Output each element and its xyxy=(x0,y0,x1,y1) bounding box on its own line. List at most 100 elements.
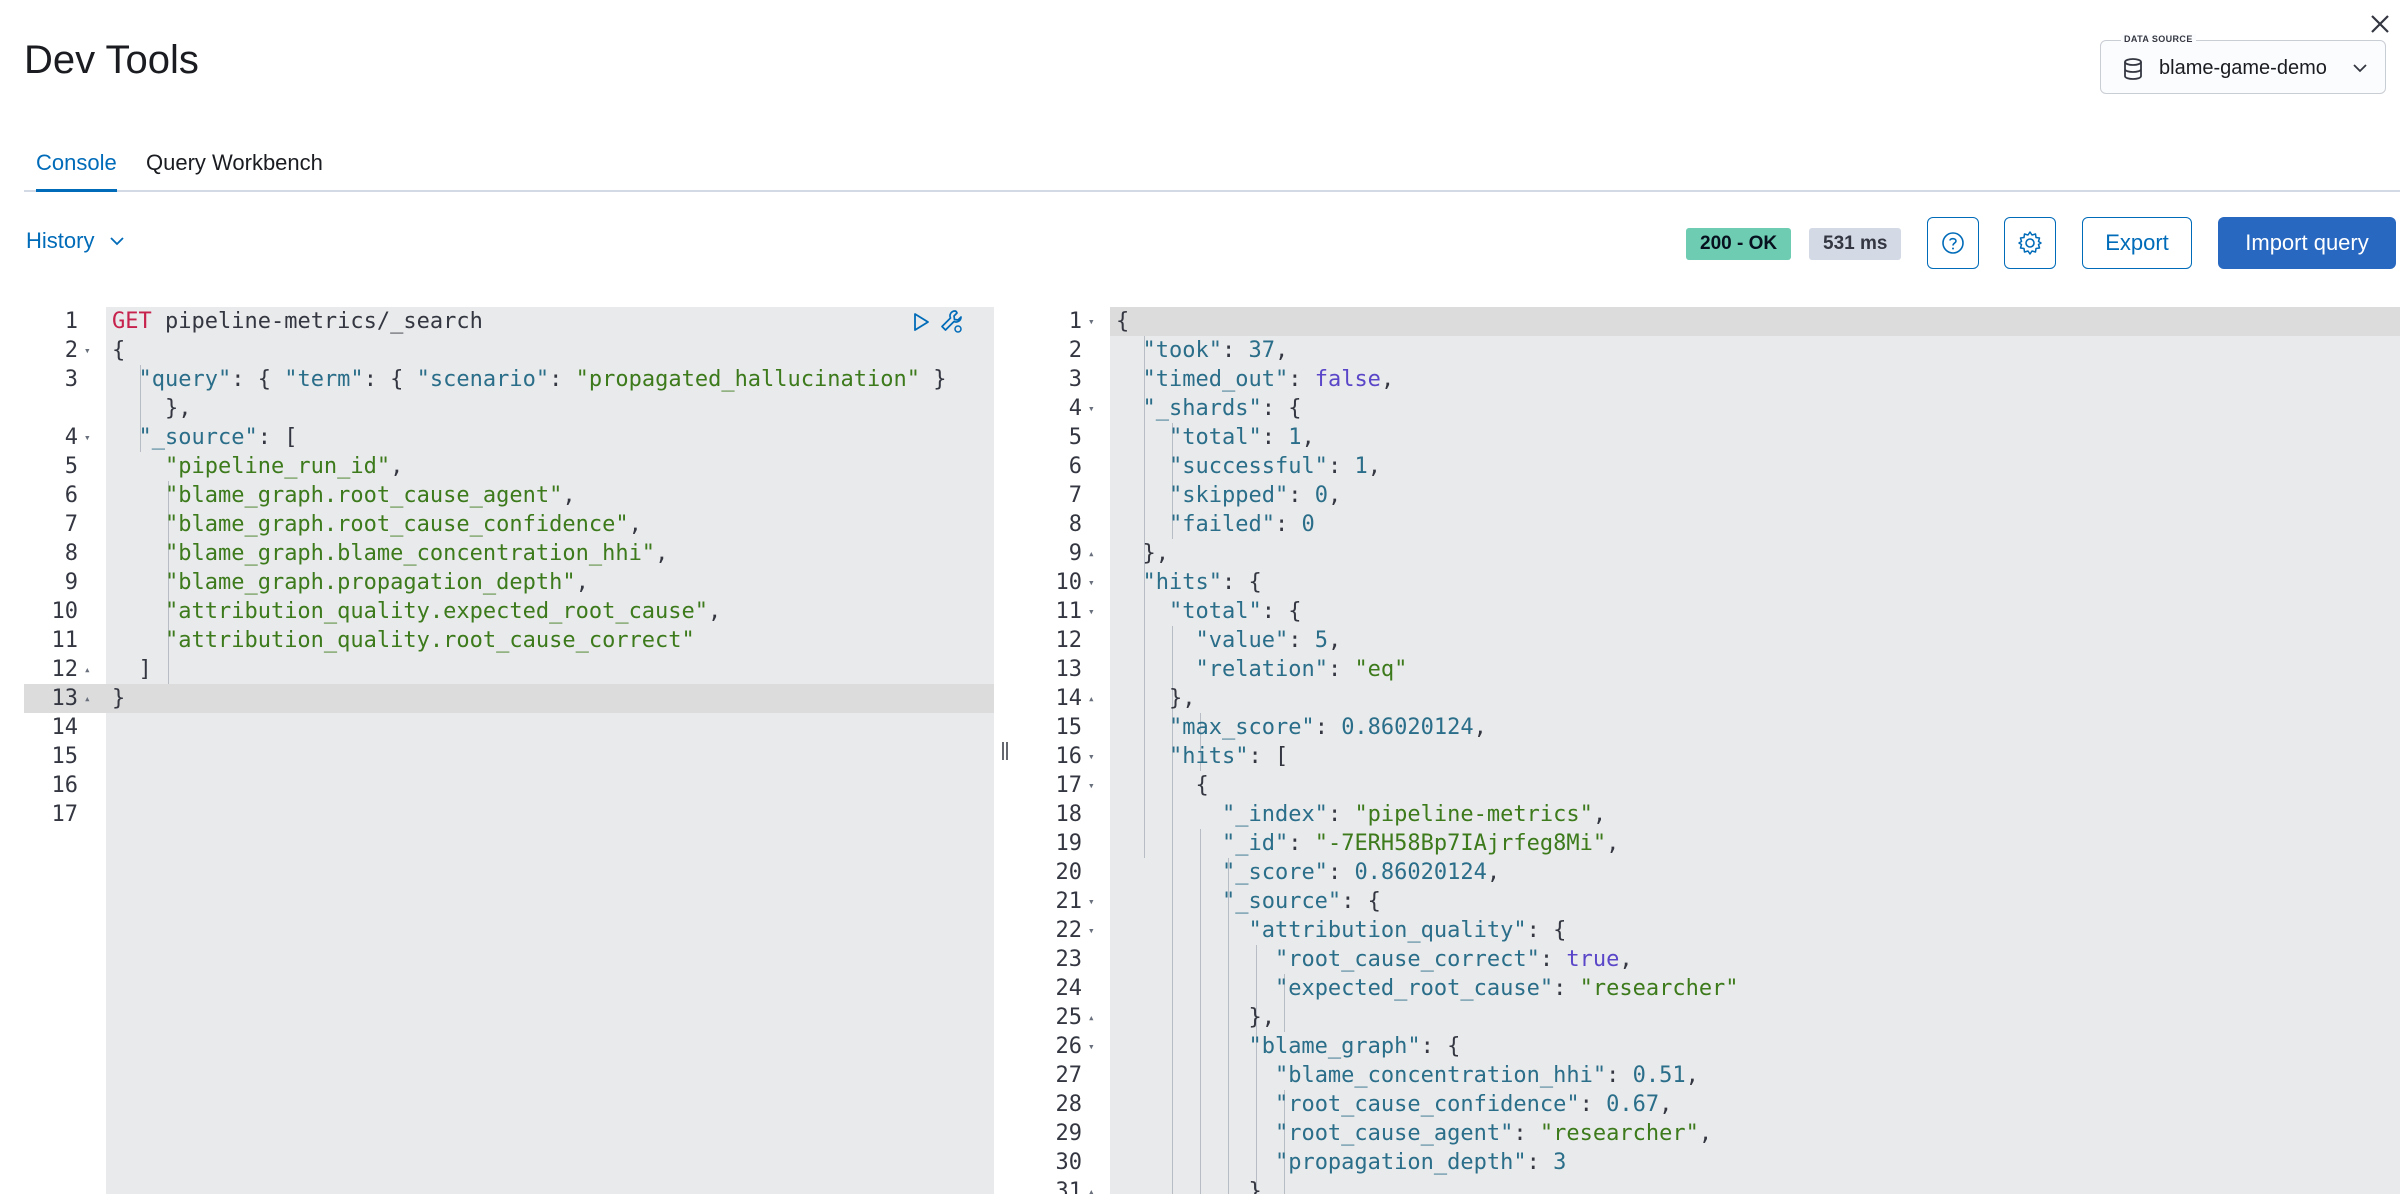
fold-end-icon[interactable]: ▴ xyxy=(1088,539,1095,568)
duration-badge: 531 ms xyxy=(1809,228,1902,260)
response-code-line: "took": 37, xyxy=(1142,338,1289,363)
response-code-line: "attribution_quality": { xyxy=(1248,918,1567,943)
request-line-number: 4 xyxy=(64,425,78,450)
fold-toggle-icon[interactable]: ▾ xyxy=(1088,394,1095,423)
response-code-line: }, xyxy=(1116,1005,1275,1030)
play-icon[interactable] xyxy=(909,310,933,334)
request-line-number: 11 xyxy=(51,628,79,653)
response-code-line: { xyxy=(1116,773,1209,798)
fold-end-icon[interactable]: ▴ xyxy=(1088,1003,1095,1032)
fold-end-icon[interactable]: ▴ xyxy=(84,684,91,713)
response-code-line: "max_score": 0.86020124, xyxy=(1168,715,1487,740)
pane-resize-handle[interactable] xyxy=(994,307,1016,1194)
fold-end-icon[interactable]: ▴ xyxy=(1088,684,1095,713)
response-code-line: "_shards": { xyxy=(1142,396,1302,421)
response-line-number: 16 xyxy=(1055,744,1083,769)
data-source-value: blame-game-demo xyxy=(2159,57,2327,79)
request-code-line: "attribution_quality.expected_root_cause… xyxy=(164,599,722,624)
import-query-button[interactable]: Import query xyxy=(2218,217,2396,269)
request-code-line: GET pipeline-metrics/_search xyxy=(112,309,483,334)
history-label: History xyxy=(26,228,95,253)
fold-end-icon[interactable]: ▴ xyxy=(84,655,91,684)
response-line-number: 1 xyxy=(1068,309,1082,334)
response-line-number: 3 xyxy=(1068,367,1082,392)
response-line-number: 17 xyxy=(1055,773,1083,798)
response-code-line: "root_cause_agent": "researcher", xyxy=(1274,1121,1713,1146)
help-icon xyxy=(1942,232,1964,254)
response-code-line: "_id": "-7ERH58Bp7IAjrfeg8Mi", xyxy=(1221,831,1620,856)
fold-toggle-icon[interactable]: ▾ xyxy=(1088,916,1095,945)
response-code-line: "_source": { xyxy=(1221,889,1381,914)
response-line-number: 10 xyxy=(1055,570,1083,595)
response-editor[interactable]: 1 ▾{2 "took": 37, 3 "timed_out": false, 4 ▾ … xyxy=(1016,307,2400,1194)
chevron-down-icon xyxy=(2353,64,2367,73)
fold-toggle-icon[interactable]: ▾ xyxy=(1088,887,1095,916)
response-line-number: 26 xyxy=(1055,1034,1083,1059)
fold-toggle-icon[interactable]: ▾ xyxy=(1088,568,1095,597)
request-code-line: }, xyxy=(112,396,192,421)
fold-toggle-icon[interactable]: ▾ xyxy=(1088,307,1095,336)
request-line-number: 14 xyxy=(51,715,79,740)
data-source-label: DATA SOURCE xyxy=(2121,34,2196,44)
fold-toggle-icon[interactable]: ▾ xyxy=(1088,597,1095,626)
request-line-number xyxy=(24,394,78,423)
fold-toggle-icon[interactable]: ▾ xyxy=(84,423,91,452)
settings-button[interactable] xyxy=(2004,217,2056,269)
fold-end-icon[interactable]: ▴ xyxy=(1088,1177,1095,1194)
response-code-line: "relation": "eq" xyxy=(1195,657,1408,682)
tab-bar: Console Query Workbench xyxy=(24,140,2400,192)
request-code-line: { xyxy=(112,338,126,363)
response-line-number: 13 xyxy=(1055,657,1083,682)
request-line-number: 12 xyxy=(51,657,79,682)
fold-toggle-icon[interactable]: ▾ xyxy=(1088,1032,1095,1061)
response-line-number: 21 xyxy=(1055,889,1083,914)
response-code-line: "root_cause_correct": true, xyxy=(1274,947,1633,972)
tab-console[interactable]: Console xyxy=(36,150,117,192)
request-line-number: 9 xyxy=(64,570,78,595)
status-badge: 200 - OK xyxy=(1686,228,1792,260)
request-code-line: "blame_graph.root_cause_confidence", xyxy=(164,512,642,537)
response-line-number: 2 xyxy=(1068,338,1082,363)
response-line-number: 25 xyxy=(1055,1005,1083,1030)
gear-icon xyxy=(2018,231,2042,255)
response-line-number: 4 xyxy=(1068,396,1082,421)
response-line-number: 30 xyxy=(1055,1150,1083,1175)
request-editor[interactable]: 1 GET pipeline-metrics/_search 2 ▾{3 "query… xyxy=(24,307,994,1194)
response-code-line: "hits": [ xyxy=(1168,744,1289,769)
export-button[interactable]: Export xyxy=(2082,217,2192,269)
response-code-line: "blame_concentration_hhi": 0.51, xyxy=(1274,1063,1699,1088)
history-button[interactable]: History xyxy=(26,228,126,254)
response-code-line: "_score": 0.86020124, xyxy=(1221,860,1501,885)
fold-toggle-icon[interactable]: ▾ xyxy=(1088,742,1095,771)
request-code-line: "pipeline_run_id", xyxy=(164,454,404,479)
request-code-line: } xyxy=(112,686,126,711)
page-title: Dev Tools xyxy=(24,38,199,82)
request-code-line: "blame_graph.propagation_depth", xyxy=(164,570,589,595)
wrench-icon[interactable] xyxy=(938,307,966,335)
data-source-select[interactable]: DATA SOURCE blame-game-demo xyxy=(2100,34,2386,94)
response-line-number: 23 xyxy=(1055,947,1083,972)
response-line-number: 7 xyxy=(1068,483,1082,508)
response-line-number: 27 xyxy=(1055,1063,1083,1088)
response-line-number: 5 xyxy=(1068,425,1082,450)
response-line-number: 8 xyxy=(1068,512,1082,537)
response-code-line: "value": 5, xyxy=(1195,628,1342,653)
response-line-number: 24 xyxy=(1055,976,1083,1001)
close-icon[interactable] xyxy=(2366,10,2394,38)
response-line-number: 18 xyxy=(1055,802,1083,827)
response-line-number: 12 xyxy=(1055,628,1083,653)
response-line-number: 14 xyxy=(1055,686,1083,711)
request-code-line: "blame_graph.root_cause_agent", xyxy=(164,483,576,508)
fold-toggle-icon[interactable]: ▾ xyxy=(84,336,91,365)
request-line-number: 2 xyxy=(64,338,78,363)
response-code-line: "skipped": 0, xyxy=(1168,483,1342,508)
response-code-line: "successful": 1, xyxy=(1168,454,1381,479)
response-code-line: "hits": { xyxy=(1142,570,1262,595)
response-code-line: "expected_root_cause": "researcher" xyxy=(1274,976,1739,1001)
fold-toggle-icon[interactable]: ▾ xyxy=(1088,771,1095,800)
response-code-line: "timed_out": false, xyxy=(1142,367,1395,392)
help-button[interactable] xyxy=(1927,217,1979,269)
request-line-number: 6 xyxy=(64,483,78,508)
response-line-number: 29 xyxy=(1055,1121,1083,1146)
tab-query-workbench[interactable]: Query Workbench xyxy=(146,150,323,192)
